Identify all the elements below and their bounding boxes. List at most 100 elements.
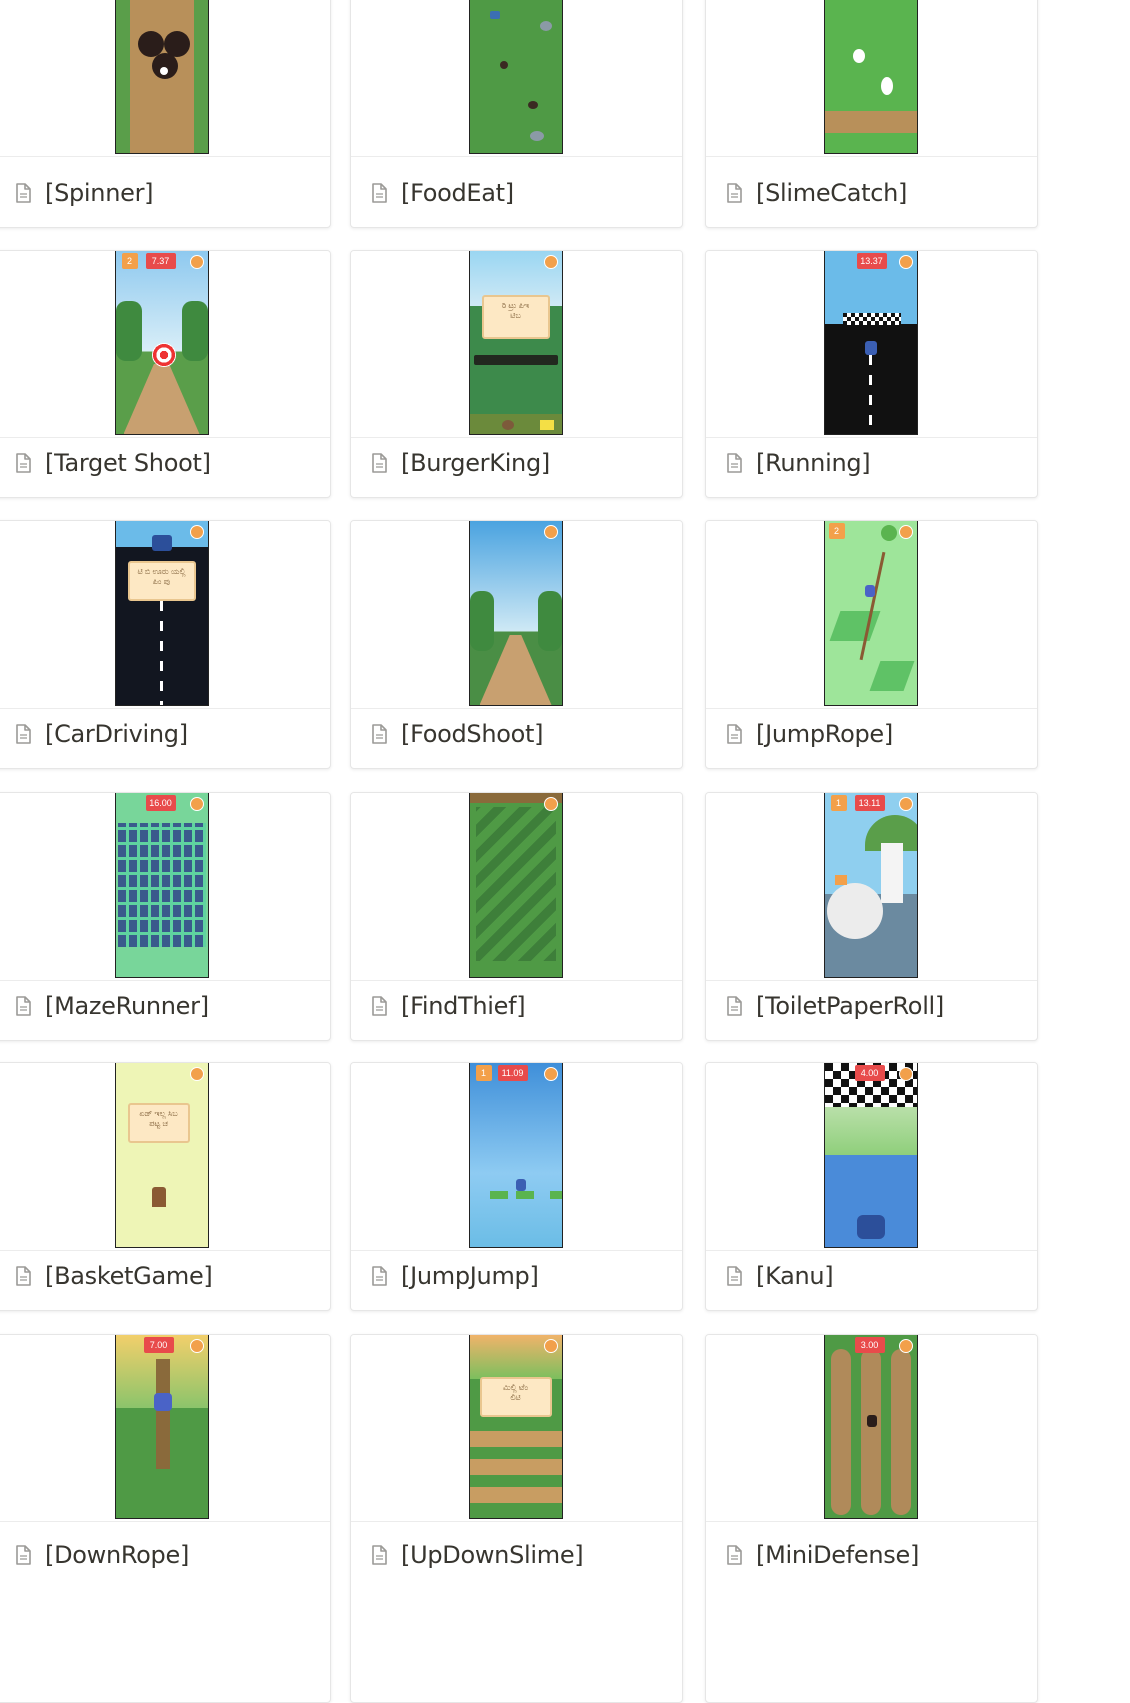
- score-badge: 1: [830, 795, 847, 811]
- gallery-card[interactable]: 1 13.11 [ToiletPaperRoll]: [705, 792, 1038, 1041]
- timer-badge: 13.11: [854, 795, 885, 811]
- gallery-card[interactable]: 1 11.09 [JumpJump]: [350, 1062, 683, 1311]
- card-title[interactable]: [MazeRunner]: [45, 992, 209, 1020]
- card-caption: [CarDriving]: [11, 700, 322, 768]
- foodshoot-thumbnail: [468, 521, 563, 706]
- card-cover: 13.37: [706, 251, 1037, 438]
- gallery-card[interactable]: 7.00 [DownRope]: [0, 1334, 331, 1703]
- gallery-card[interactable]: ಮಿಲ್ಲಿ ಟೆಂ ಲಿಟಿ [UpDownSlime]: [350, 1334, 683, 1703]
- card-cover: [706, 0, 1037, 157]
- gallery-card[interactable]: ಠಿ ಟ್ರು ಪಿಇ ಟಿಬ [BurgerKing]: [350, 250, 683, 498]
- gallery-card[interactable]: ಏಡ್ ಇಲ್ಲ ಸಿಬ ಪಟ್ಟ ಚ [BasketGame]: [0, 1062, 331, 1311]
- gallery-card[interactable]: [SlimeCatch]: [705, 0, 1038, 228]
- card-caption: [Kanu]: [722, 1242, 1029, 1310]
- card-caption: [FoodShoot]: [367, 700, 674, 768]
- running-thumbnail: 13.37: [823, 251, 918, 435]
- document-icon: [367, 994, 391, 1018]
- card-title[interactable]: [Target Shoot]: [45, 449, 211, 477]
- timer-badge: 7.37: [145, 253, 176, 269]
- document-icon: [722, 451, 746, 475]
- gallery-card[interactable]: 16.00 [MazeRunner]: [0, 792, 331, 1041]
- timer-badge: 11.09: [497, 1065, 528, 1081]
- card-cover: ಮಿಲ್ಲಿ ಟೆಂ ಲಿಟಿ: [351, 1335, 682, 1522]
- card-title[interactable]: [FoodEat]: [401, 179, 514, 207]
- card-cover: 1 11.09: [351, 1063, 682, 1251]
- card-title[interactable]: [FoodShoot]: [401, 720, 544, 748]
- timer-badge: 16.00: [145, 795, 176, 811]
- gallery-card[interactable]: 2 7.37 [Target Shoot]: [0, 250, 331, 498]
- card-cover: ಏಡ್ ಇಲ್ಲ ಸಿಬ ಪಟ್ಟ ಚ: [0, 1063, 330, 1251]
- timer-badge: 13.37: [856, 253, 887, 269]
- card-caption: [MazeRunner]: [11, 972, 322, 1040]
- document-icon: [367, 1543, 391, 1567]
- card-caption: [Target Shoot]: [11, 429, 322, 497]
- score-badge: 2: [828, 523, 845, 539]
- card-cover: [0, 0, 330, 157]
- jumprope-thumbnail: 2: [823, 521, 918, 706]
- document-icon: [367, 451, 391, 475]
- card-title[interactable]: [DownRope]: [45, 1541, 189, 1569]
- card-cover: 2: [706, 521, 1037, 709]
- card-caption: [Spinner]: [11, 159, 322, 227]
- card-title[interactable]: [CarDriving]: [45, 720, 188, 748]
- card-title[interactable]: [UpDownSlime]: [401, 1541, 584, 1569]
- document-icon: [722, 994, 746, 1018]
- document-icon: [367, 1264, 391, 1288]
- slimecatch-thumbnail: [823, 0, 918, 154]
- card-cover: ಟಿ ಬಿ ಊರು ಯಲ್ಲಿ ಪಿಂ ಪು: [0, 521, 330, 709]
- basketgame-thumbnail: ಏಡ್ ಇಲ್ಲ ಸಿಬ ಪಟ್ಟ ಚ: [114, 1063, 209, 1248]
- card-caption: [BasketGame]: [11, 1242, 322, 1310]
- timer-badge: 3.00: [854, 1337, 885, 1353]
- card-caption: [BurgerKing]: [367, 429, 674, 497]
- card-title[interactable]: [BurgerKing]: [401, 449, 550, 477]
- card-title[interactable]: [BasketGame]: [45, 1262, 213, 1290]
- gallery-card[interactable]: 4.00 [Kanu]: [705, 1062, 1038, 1311]
- card-title[interactable]: [JumpJump]: [401, 1262, 539, 1290]
- card-caption: [JumpJump]: [367, 1242, 674, 1310]
- card-title[interactable]: [MiniDefense]: [756, 1541, 919, 1569]
- card-caption: [FindThief]: [367, 972, 674, 1040]
- gallery-card[interactable]: [Spinner]: [0, 0, 331, 228]
- card-title[interactable]: [Spinner]: [45, 179, 154, 207]
- kanu-thumbnail: 4.00: [823, 1063, 918, 1248]
- timer-badge: 4.00: [854, 1065, 885, 1081]
- gallery-card[interactable]: [FoodEat]: [350, 0, 683, 228]
- document-icon: [11, 181, 35, 205]
- card-title[interactable]: [JumpRope]: [756, 720, 893, 748]
- card-caption: [Running]: [722, 429, 1029, 497]
- card-title[interactable]: [ToiletPaperRoll]: [756, 992, 944, 1020]
- spinner-thumbnail: [114, 0, 209, 154]
- findthief-thumbnail: [468, 793, 563, 978]
- card-cover: [351, 0, 682, 157]
- gallery-card[interactable]: [FindThief]: [350, 792, 683, 1041]
- card-cover: 1 13.11: [706, 793, 1037, 981]
- jumpjump-thumbnail: 1 11.09: [468, 1063, 563, 1248]
- gallery-card[interactable]: 3.00 [MiniDefense]: [705, 1334, 1038, 1703]
- document-icon: [722, 1543, 746, 1567]
- gallery-card[interactable]: 13.37 [Running]: [705, 250, 1038, 498]
- card-title[interactable]: [Running]: [756, 449, 871, 477]
- card-cover: 3.00: [706, 1335, 1037, 1522]
- card-title[interactable]: [SlimeCatch]: [756, 179, 907, 207]
- gallery-card[interactable]: 2 [JumpRope]: [705, 520, 1038, 769]
- card-title[interactable]: [FindThief]: [401, 992, 526, 1020]
- document-icon: [11, 1543, 35, 1567]
- card-caption: [SlimeCatch]: [722, 159, 1029, 227]
- document-icon: [367, 722, 391, 746]
- updownslime-thumbnail: ಮಿಲ್ಲಿ ಟೆಂ ಲಿಟಿ: [468, 1335, 563, 1519]
- gallery-card[interactable]: ಟಿ ಬಿ ಊರು ಯಲ್ಲಿ ಪಿಂ ಪು [CarDriving]: [0, 520, 331, 769]
- score-badge: 2: [121, 253, 138, 269]
- card-cover: [351, 793, 682, 981]
- card-cover: 4.00: [706, 1063, 1037, 1251]
- card-caption: [FoodEat]: [367, 159, 674, 227]
- card-title[interactable]: [Kanu]: [756, 1262, 834, 1290]
- downrope-thumbnail: 7.00: [114, 1335, 209, 1519]
- gallery-card[interactable]: [FoodShoot]: [350, 520, 683, 769]
- card-cover: 16.00: [0, 793, 330, 981]
- document-icon: [367, 181, 391, 205]
- card-caption: [UpDownSlime]: [367, 1521, 674, 1589]
- card-caption: [ToiletPaperRoll]: [722, 972, 1029, 1040]
- document-icon: [722, 181, 746, 205]
- cardriving-thumbnail: ಟಿ ಬಿ ಊರು ಯಲ್ಲಿ ಪಿಂ ಪು: [114, 521, 209, 706]
- burgerking-thumbnail: ಠಿ ಟ್ರು ಪಿಇ ಟಿಬ: [468, 251, 563, 435]
